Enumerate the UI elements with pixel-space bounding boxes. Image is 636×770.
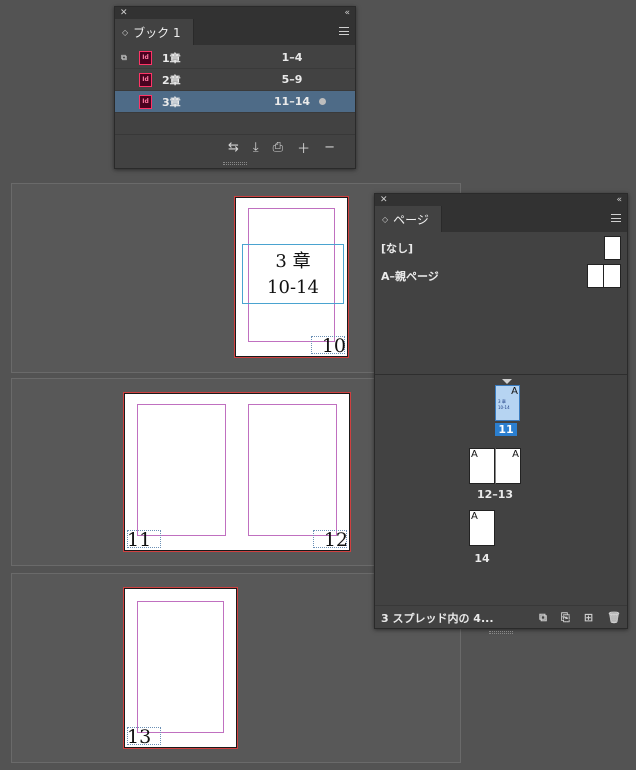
document-row-selected[interactable]: Id 3章 11–14 xyxy=(115,91,355,113)
margin-guide xyxy=(137,404,226,536)
add-document-icon[interactable]: ＋ xyxy=(297,138,310,157)
master-letter: A xyxy=(471,449,478,460)
delete-page-icon[interactable]: 🗑 xyxy=(607,611,621,625)
master-a-row[interactable]: A–親ページ xyxy=(375,262,627,290)
document-open-icon xyxy=(319,98,326,105)
new-master-icon[interactable]: ⎘ xyxy=(561,611,570,625)
updown-icon: ◇ xyxy=(122,27,129,37)
page-12[interactable]: 12 xyxy=(237,392,351,552)
master-a-thumb xyxy=(587,264,621,288)
page-13[interactable]: 13 xyxy=(123,587,238,749)
title-line-2: 10-14 xyxy=(267,277,319,298)
title-text-frame[interactable]: 3 章 10-14 xyxy=(242,244,344,304)
spread-12-13-label: 12–13 xyxy=(476,488,514,501)
tab-pages[interactable]: ◇ ページ xyxy=(375,206,442,232)
close-icon[interactable]: ✕ xyxy=(380,195,388,205)
document-name: 2章 xyxy=(162,73,181,87)
tab-label: ブック 1 xyxy=(133,25,181,40)
close-icon[interactable]: ✕ xyxy=(120,8,128,18)
page-range: 1–4 xyxy=(281,51,303,64)
panel-menu-icon[interactable] xyxy=(611,214,621,222)
page-13-thumb[interactable]: A xyxy=(495,448,521,484)
collapse-icon[interactable]: « xyxy=(616,195,622,205)
master-letter: A xyxy=(511,386,518,397)
page-10[interactable]: 3 章 10-14 10 xyxy=(234,196,349,358)
panel-menu-icon[interactable] xyxy=(339,27,349,35)
remove-document-icon[interactable]: − xyxy=(324,140,335,155)
pages-section: A 3 章 10-14 11 A A 12–13 A 14 xyxy=(375,375,627,605)
new-page-icon[interactable]: ⊞ xyxy=(584,611,593,625)
document-list: ⧉ Id 1章 1–4 Id 2章 5–9 Id 3章 11–14 xyxy=(115,45,355,113)
synchronize-icon[interactable]: ⇆ xyxy=(228,140,239,155)
page-range: 5–9 xyxy=(281,73,303,86)
page-range: 11–14 xyxy=(273,95,311,108)
list-empty-space xyxy=(115,113,355,134)
resize-grip[interactable] xyxy=(375,629,627,635)
print-book-icon[interactable]: ⎙ xyxy=(273,140,283,155)
tab-book[interactable]: ◇ ブック 1 xyxy=(115,19,194,45)
edit-page-size-icon[interactable]: ⧉ xyxy=(539,611,547,625)
document-name: 1章 xyxy=(162,51,181,65)
page-number: 11 xyxy=(127,529,152,551)
pages-panel: ✕ « ◇ ページ [なし] A–親ページ A 3 章 10-14 11 A A… xyxy=(374,193,628,634)
page-12-thumb[interactable]: A xyxy=(469,448,495,484)
margin-guide xyxy=(248,404,337,536)
indesign-doc-icon: Id xyxy=(139,72,152,87)
master-name: A–親ページ xyxy=(381,270,439,283)
tab-bar: ◇ ブック 1 xyxy=(115,18,355,45)
pages-footer: 3 スプレッド内の 4... ⧉ ⎘ ⊞ 🗑 xyxy=(375,605,627,629)
page-14-thumb[interactable]: A xyxy=(469,510,495,546)
master-letter: A xyxy=(512,449,519,460)
page-11-label: 11 xyxy=(495,423,517,436)
page-number: 10 xyxy=(321,335,346,357)
tab-label: ページ xyxy=(393,212,429,227)
style-source-icon[interactable]: ⧉ xyxy=(115,53,133,63)
panel-header-bar[interactable]: ✕ « xyxy=(115,7,355,18)
margin-guide xyxy=(137,601,224,733)
title-line-1: 3 章 xyxy=(275,251,311,272)
document-row[interactable]: Id 2章 5–9 xyxy=(115,69,355,91)
indesign-doc-icon: Id xyxy=(139,50,152,65)
page-number: 12 xyxy=(323,529,348,551)
master-none-row[interactable]: [なし] xyxy=(375,234,627,262)
updown-icon: ◇ xyxy=(382,214,389,224)
page-11[interactable]: 11 xyxy=(123,392,237,552)
master-name: [なし] xyxy=(381,242,414,255)
spread-12-13-thumb[interactable]: A A xyxy=(469,448,521,484)
collapse-icon[interactable]: « xyxy=(344,8,350,18)
thumb-range: 10-14 xyxy=(498,405,510,410)
book-panel: ✕ « ◇ ブック 1 ⧉ Id 1章 1–4 Id 2章 5–9 Id 3章 … xyxy=(114,6,356,169)
masters-section: [なし] A–親ページ xyxy=(375,232,627,375)
page-number: 13 xyxy=(127,726,152,748)
document-row[interactable]: ⧉ Id 1章 1–4 xyxy=(115,47,355,69)
tab-bar: ◇ ページ xyxy=(375,205,627,232)
master-none-thumb xyxy=(604,236,621,260)
resize-grip[interactable] xyxy=(115,160,355,166)
page-11-thumb[interactable]: A 3 章 10-14 xyxy=(495,379,520,421)
indesign-doc-icon: Id xyxy=(139,94,152,109)
master-letter: A xyxy=(471,511,478,522)
book-toolbar: ⇆ ⤓ ⎙ ＋ − xyxy=(115,134,355,160)
save-book-icon[interactable]: ⤓ xyxy=(253,140,259,155)
document-name: 3章 xyxy=(162,95,181,109)
current-page-marker-icon xyxy=(502,379,512,384)
panel-header-bar[interactable]: ✕ « xyxy=(375,194,627,205)
pages-status-text: 3 スプレッド内の 4... xyxy=(381,611,494,625)
page-14-label: 14 xyxy=(474,552,490,565)
